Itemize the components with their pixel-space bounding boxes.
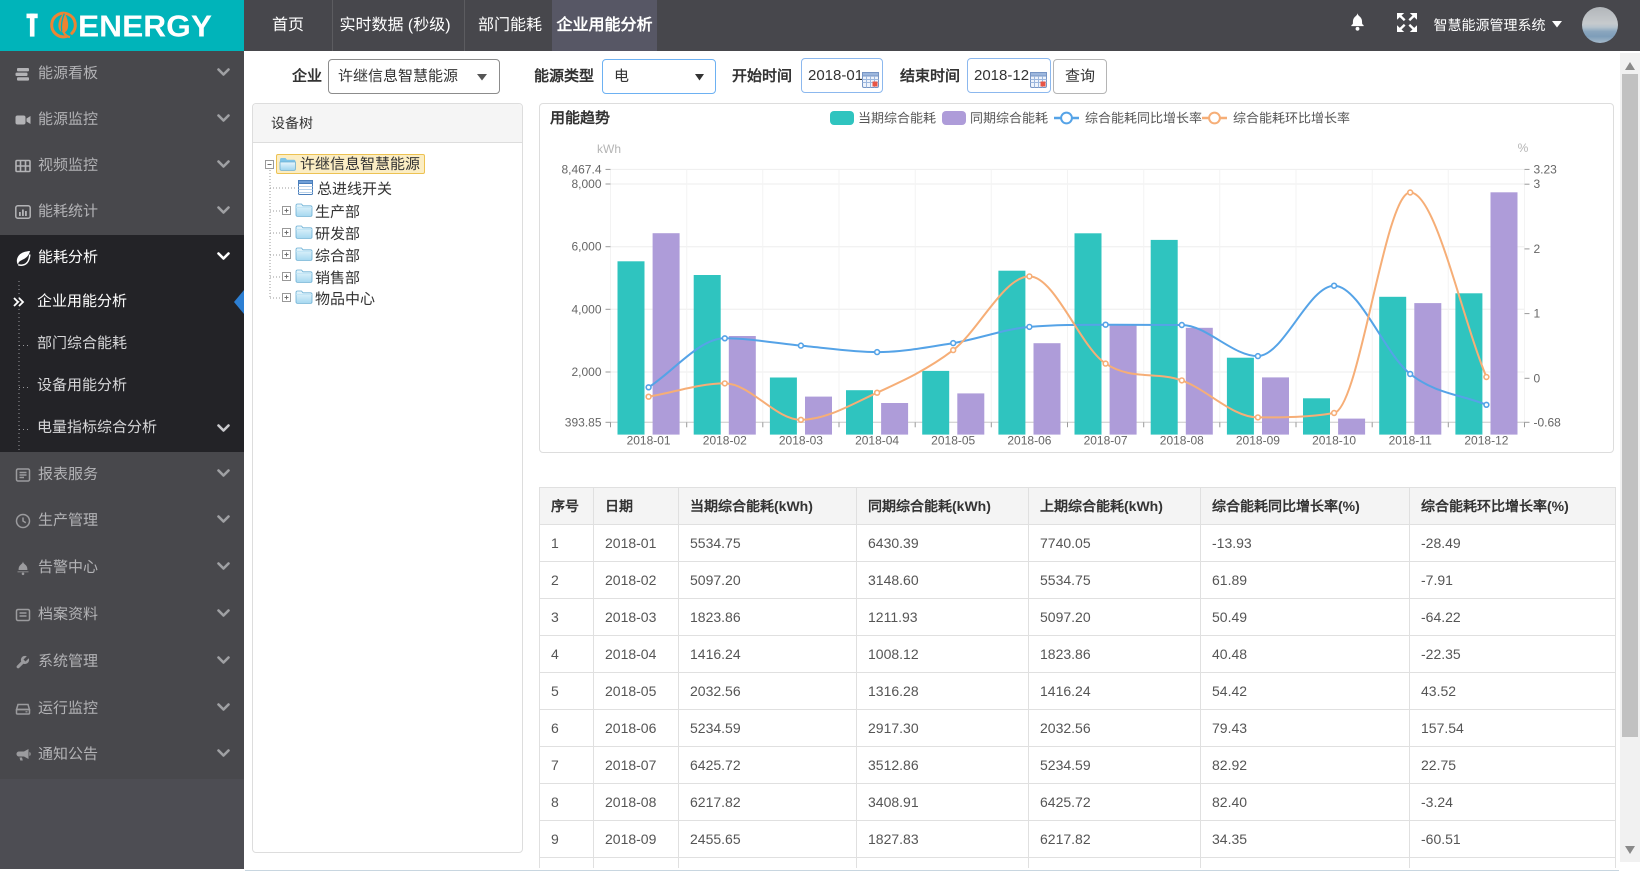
svg-text:2018-01: 2018-01 bbox=[627, 434, 671, 448]
svg-text:综合能耗环比增长率: 综合能耗环比增长率 bbox=[1233, 111, 1350, 126]
svg-text:1: 1 bbox=[1534, 307, 1541, 321]
svg-text:2018-07: 2018-07 bbox=[1084, 434, 1128, 448]
svg-text:6,000: 6,000 bbox=[571, 240, 601, 254]
svg-text:2: 2 bbox=[1534, 242, 1541, 256]
svg-text:4,000: 4,000 bbox=[571, 302, 601, 316]
svg-text:ENERGY: ENERGY bbox=[78, 9, 212, 44]
svg-text:3: 3 bbox=[1534, 177, 1541, 191]
svg-text:2018-08: 2018-08 bbox=[1160, 434, 1204, 448]
svg-text:2018-02: 2018-02 bbox=[703, 434, 747, 448]
svg-text:同期综合能耗: 同期综合能耗 bbox=[970, 111, 1048, 126]
svg-text:2018-03: 2018-03 bbox=[779, 434, 823, 448]
svg-text:393.85: 393.85 bbox=[565, 415, 602, 429]
svg-text:0: 0 bbox=[1534, 371, 1541, 385]
svg-text:当期综合能耗: 当期综合能耗 bbox=[858, 111, 936, 126]
svg-text:2018-05: 2018-05 bbox=[931, 434, 975, 448]
svg-text:综合能耗同比增长率: 综合能耗同比增长率 bbox=[1085, 111, 1202, 126]
svg-text:2018-10: 2018-10 bbox=[1312, 434, 1356, 448]
svg-text:2018-11: 2018-11 bbox=[1389, 434, 1432, 448]
svg-text:2,000: 2,000 bbox=[571, 365, 601, 379]
svg-text:2018-09: 2018-09 bbox=[1236, 434, 1280, 448]
svg-text:%: % bbox=[1518, 141, 1529, 155]
svg-text:kWh: kWh bbox=[597, 142, 621, 156]
svg-text:3.23: 3.23 bbox=[1534, 162, 1558, 176]
svg-text:2018-04: 2018-04 bbox=[855, 434, 899, 448]
svg-text:2018-06: 2018-06 bbox=[1007, 434, 1051, 448]
svg-text:8,467.4: 8,467.4 bbox=[561, 162, 601, 176]
svg-text:用能趋势: 用能趋势 bbox=[549, 110, 610, 127]
svg-text:2018-12: 2018-12 bbox=[1464, 434, 1508, 448]
svg-text:-0.68: -0.68 bbox=[1534, 415, 1562, 429]
svg-text:8,000: 8,000 bbox=[571, 177, 601, 191]
